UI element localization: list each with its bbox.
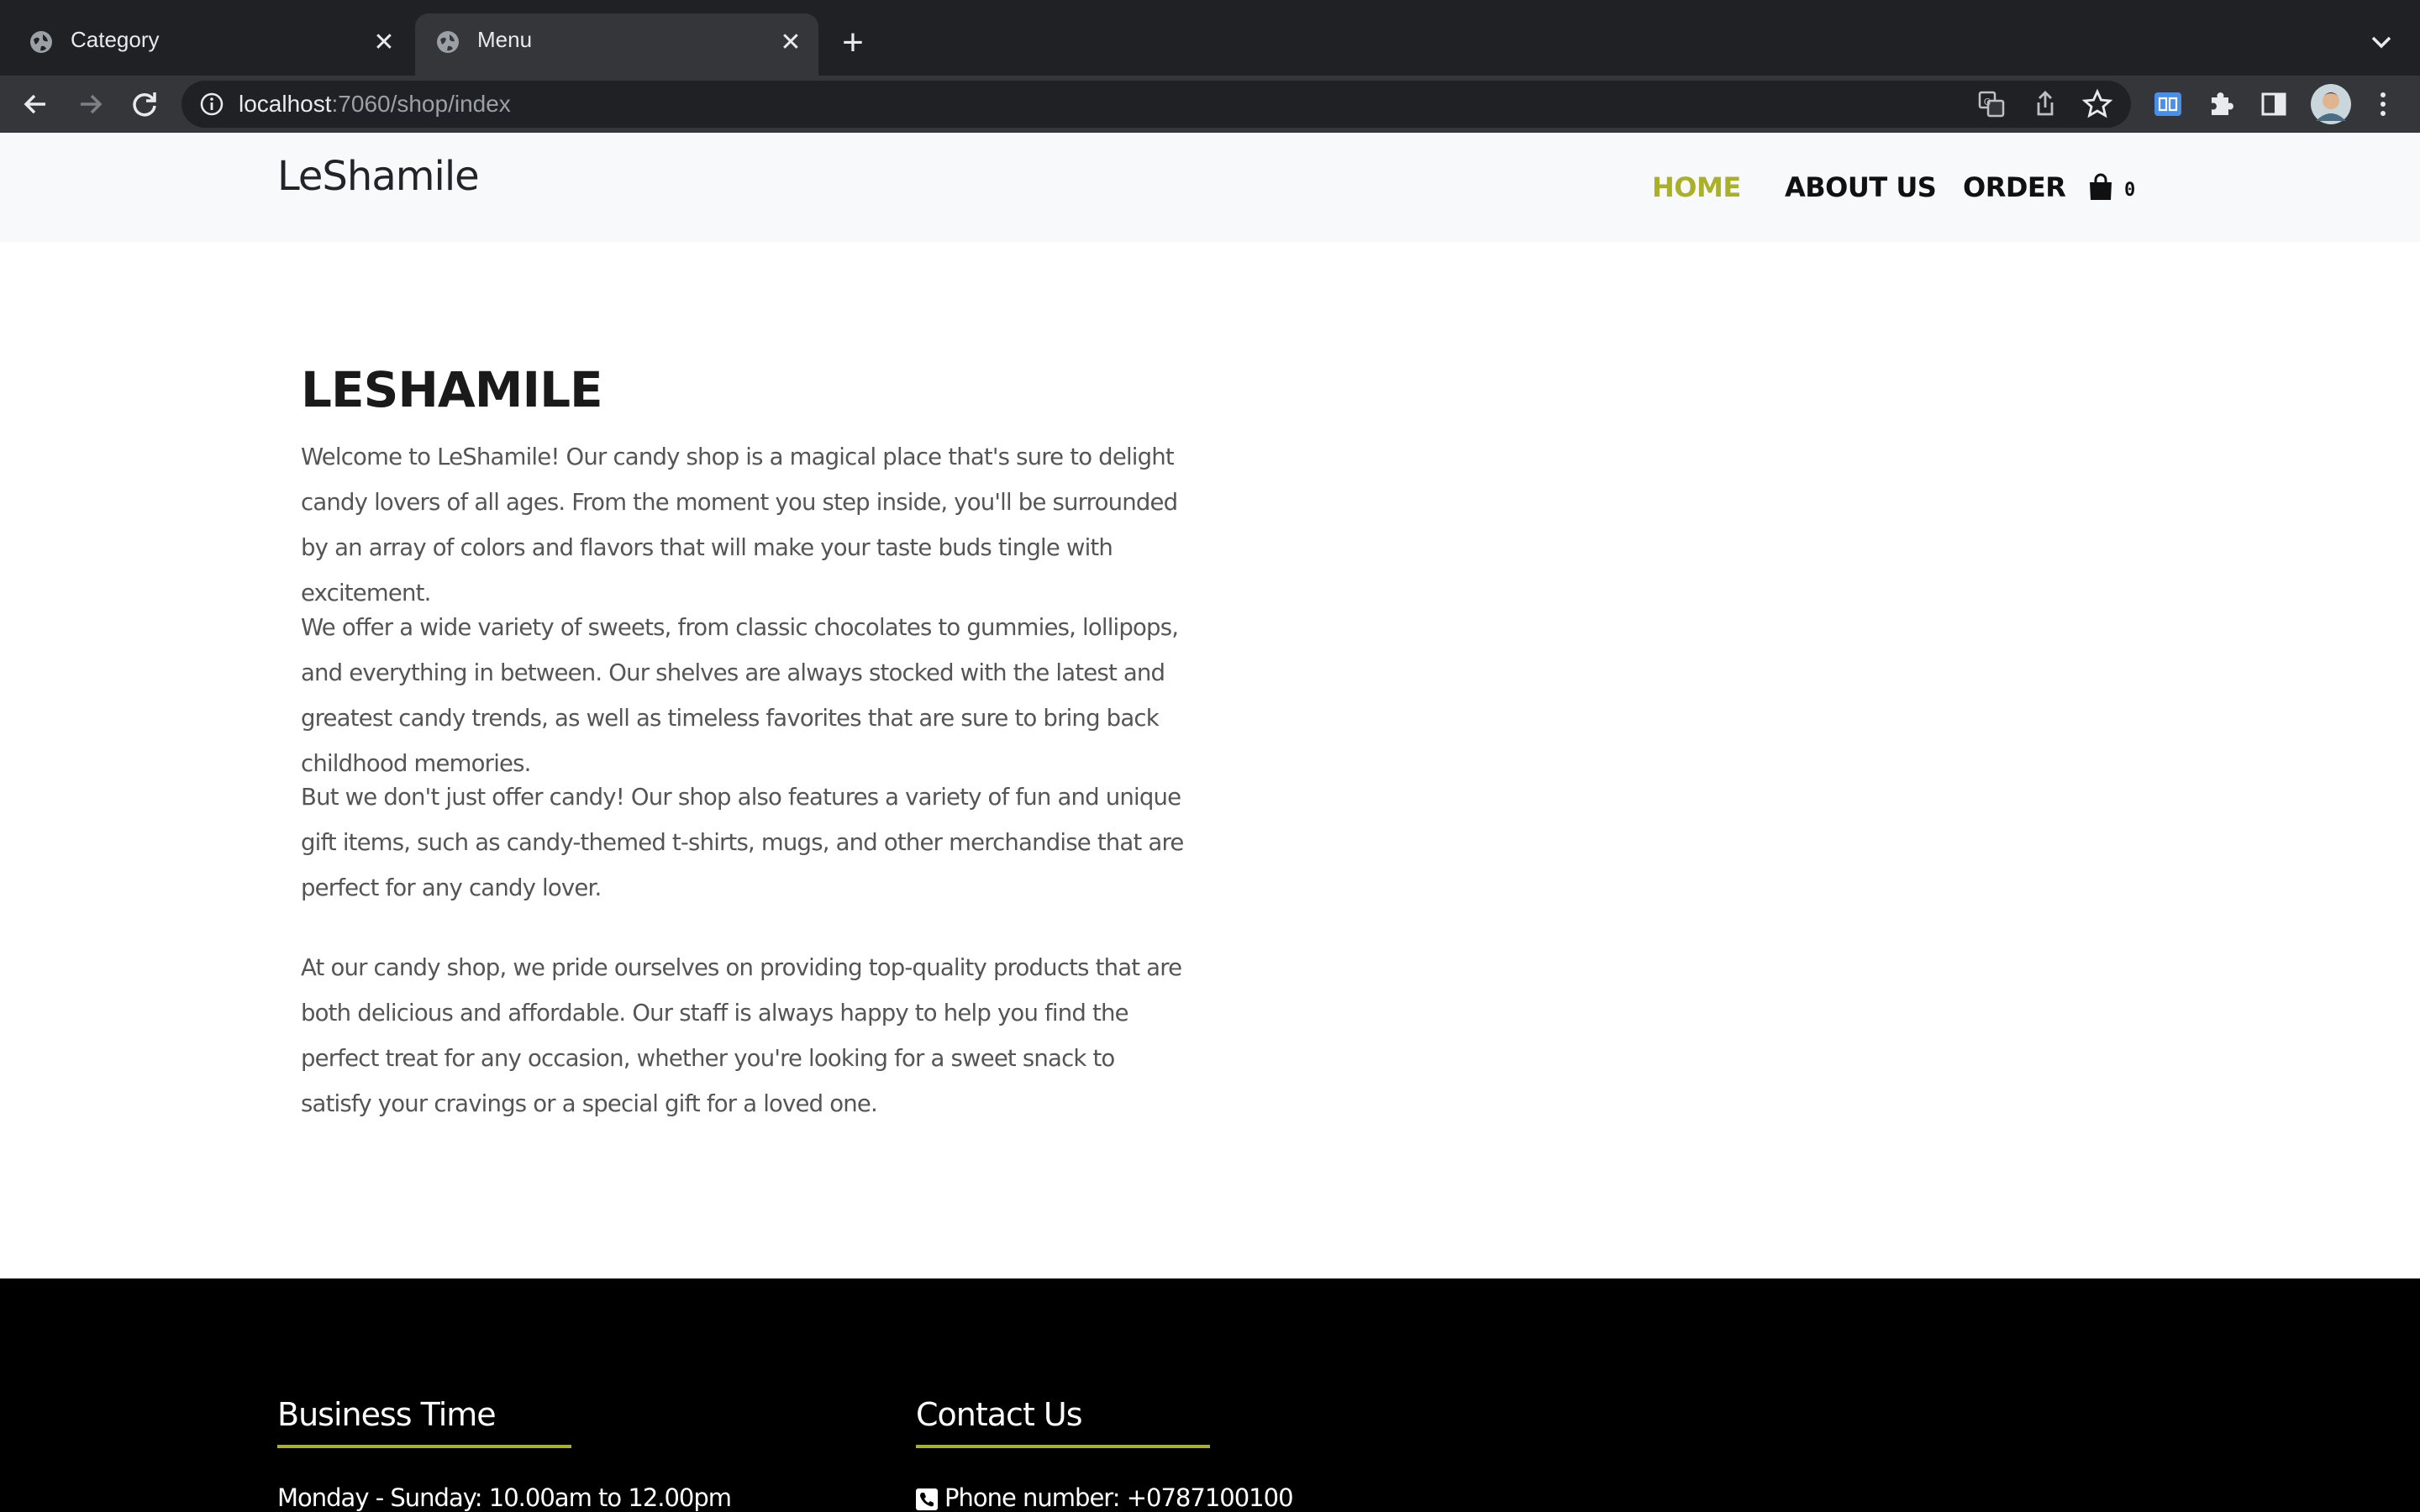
contact-us-heading: Contact Us — [916, 1396, 1083, 1433]
nav-order[interactable]: ORDER — [1963, 171, 2066, 203]
address-url[interactable]: localhost:7060/shop/index — [239, 91, 511, 118]
site-info-icon[interactable] — [198, 91, 225, 118]
cart-count-badge[interactable]: 0 — [2124, 180, 2135, 201]
close-tab-icon[interactable]: ✕ — [778, 30, 803, 55]
heading-underline — [277, 1445, 571, 1448]
new-tab-plus-icon[interactable]: + — [832, 22, 874, 64]
globe-icon — [437, 31, 459, 53]
extensions-puzzle-icon[interactable] — [2203, 86, 2240, 123]
tab-list-chevron-icon[interactable] — [2365, 25, 2398, 59]
nav-about-us[interactable]: ABOUT US — [1785, 171, 1937, 203]
back-icon[interactable] — [17, 86, 54, 123]
svg-text:G: G — [1984, 97, 1991, 108]
site-footer: Business Time Monday - Sunday: 10.00am t… — [0, 1278, 2420, 1512]
tab-menu[interactable]: Menu ✕ — [415, 13, 818, 76]
contact-phone[interactable]: Phone number: +0787100100 — [944, 1483, 1294, 1512]
intro-paragraph-2: We offer a wide variety of sweets, from … — [301, 614, 1179, 777]
share-icon[interactable] — [2027, 86, 2064, 123]
heading-underline — [916, 1445, 1210, 1448]
tab-title: Menu — [477, 27, 533, 52]
address-bar[interactable]: localhost:7060/shop/index G — [182, 81, 2131, 128]
phone-icon — [916, 1488, 938, 1510]
tab-title: Category — [71, 27, 160, 52]
shopping-bag-icon[interactable] — [2087, 173, 2114, 202]
intro-paragraph-4: At our candy shop, we pride ourselves on… — [301, 954, 1182, 1117]
bookmark-star-icon[interactable] — [2079, 86, 2116, 123]
globe-icon — [30, 31, 52, 53]
business-hours: Monday - Sunday: 10.00am to 12.00pm — [277, 1483, 732, 1512]
profile-avatar[interactable] — [2309, 82, 2353, 126]
nav-home[interactable]: HOME — [1652, 171, 1741, 203]
brand-logo[interactable]: LeShamile — [277, 153, 480, 200]
forward-icon[interactable] — [72, 86, 109, 123]
browser-toolbar: localhost:7060/shop/index G — [0, 76, 2420, 133]
url-host: localhost — [239, 91, 332, 117]
url-path: :7060/shop/index — [331, 91, 511, 117]
side-panel-icon[interactable] — [2255, 86, 2292, 123]
tab-category[interactable]: Category ✕ — [8, 13, 408, 76]
reader-extension-icon[interactable] — [2149, 86, 2186, 123]
page-title: LESHAMILE — [301, 361, 603, 418]
site-navbar: LeShamile HOME ABOUT US ORDER 0 — [0, 133, 2420, 242]
browser-tab-strip: Category ✕ Menu ✕ + — [0, 0, 2420, 76]
business-time-heading: Business Time — [277, 1396, 497, 1433]
translate-icon[interactable]: G — [1973, 86, 2010, 123]
intro-paragraph-1: Welcome to LeShamile! Our candy shop is … — [301, 444, 1178, 606]
reload-icon[interactable] — [126, 86, 163, 123]
more-menu-icon[interactable] — [2365, 86, 2402, 123]
intro-paragraph-3: But we don't just offer candy! Our shop … — [301, 784, 1184, 901]
close-tab-icon[interactable]: ✕ — [371, 30, 397, 55]
